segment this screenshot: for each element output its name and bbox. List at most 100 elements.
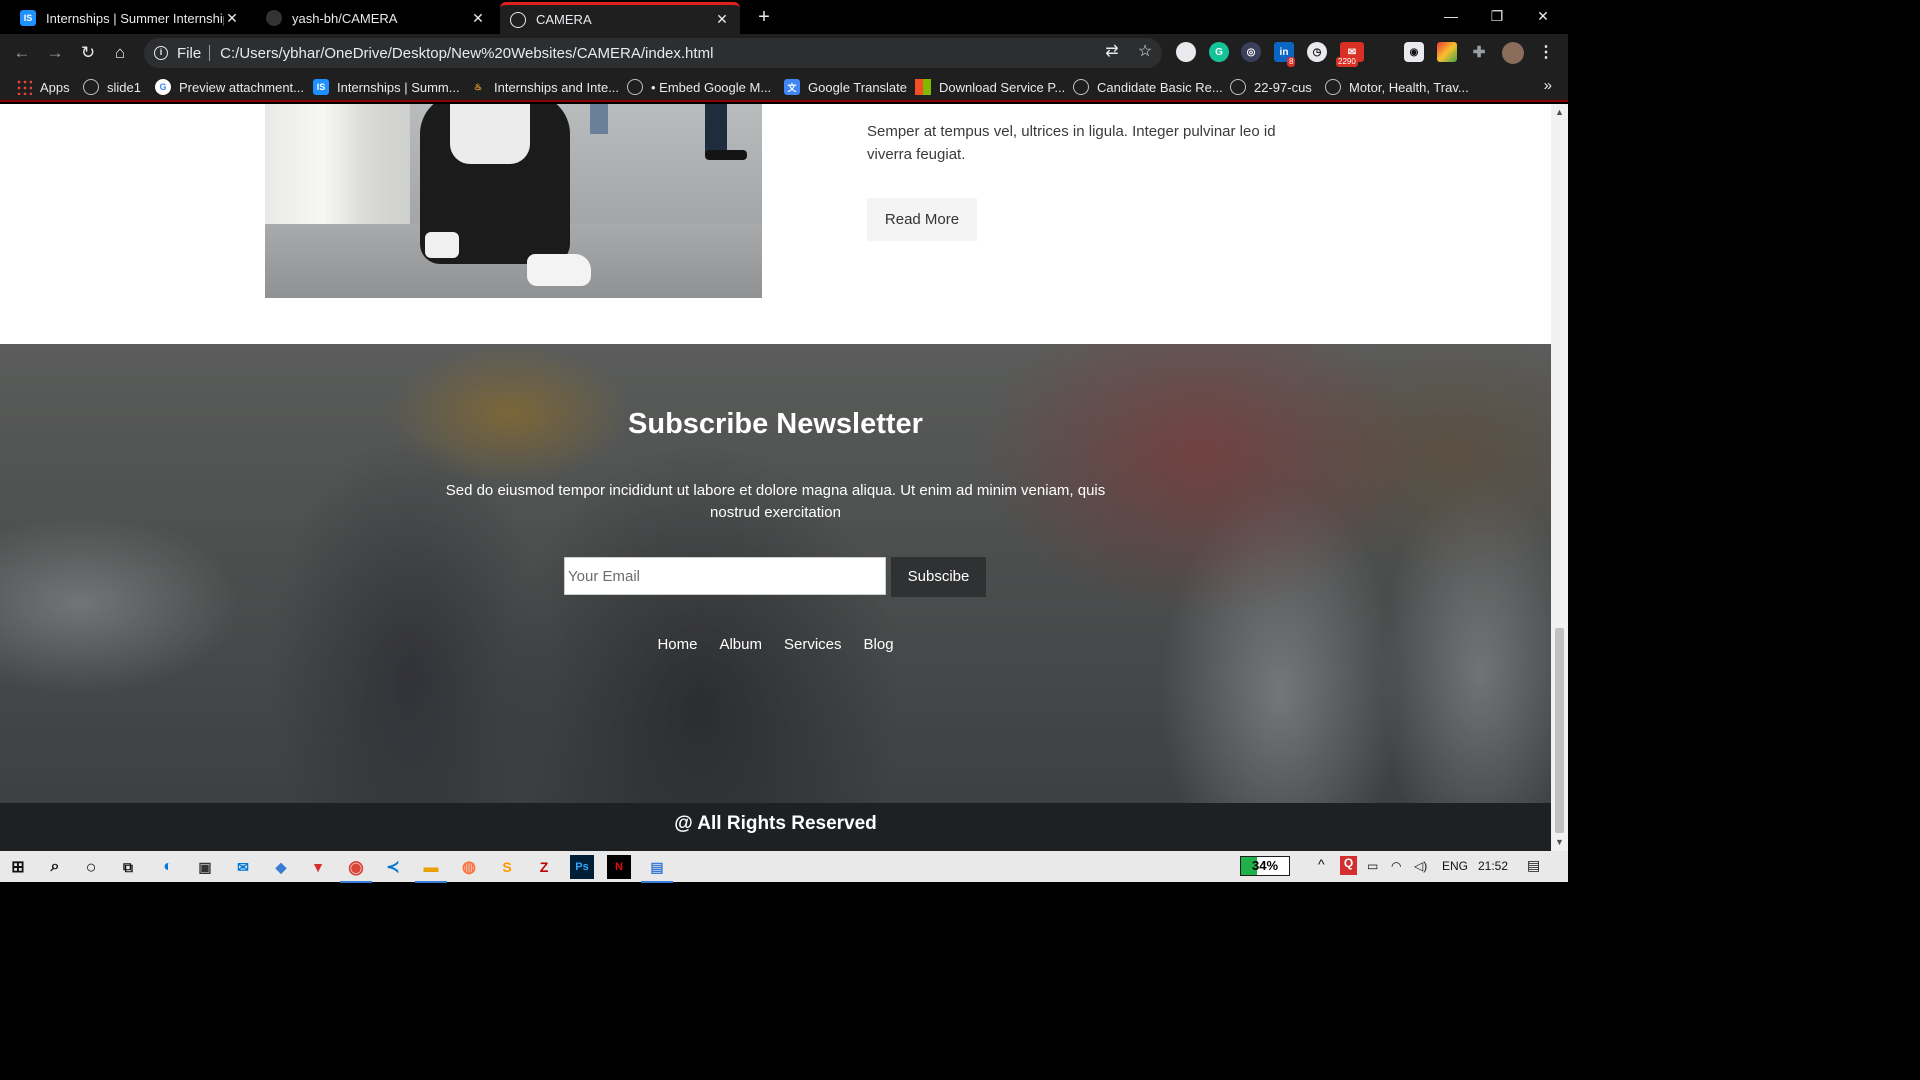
newsletter-section: Subscribe Newsletter Sed do eiusmod temp… xyxy=(0,344,1551,803)
scrollbar-thumb[interactable] xyxy=(1555,628,1564,833)
tab-title: yash-bh/CAMERA xyxy=(292,10,398,26)
bookmark-internships[interactable]: IS Internships | Summ... xyxy=(313,78,460,96)
page-scrollbar[interactable]: ▲ ▼ xyxy=(1551,104,1568,851)
address-scheme: File xyxy=(177,44,202,62)
language-indicator[interactable]: ENG xyxy=(1442,859,1468,873)
photoshop-icon[interactable]: Ps xyxy=(570,855,594,879)
color-extension-icon[interactable] xyxy=(1437,42,1457,62)
back-button[interactable]: ← xyxy=(10,41,34,65)
notifications-icon[interactable]: ▤ xyxy=(1527,857,1540,874)
translate-icon[interactable]: ⇄ xyxy=(1101,41,1123,63)
bookmarks-overflow-button[interactable]: » xyxy=(1544,77,1552,94)
info-icon[interactable]: i xyxy=(154,46,168,60)
bookmark-google-translate[interactable]: 文 Google Translate xyxy=(784,78,907,96)
filezilla-icon[interactable]: Z xyxy=(532,855,556,879)
photo-passerby xyxy=(590,104,608,134)
bookmark-download-service[interactable]: Download Service P... xyxy=(915,78,1065,96)
read-more-button[interactable]: Read More xyxy=(867,198,977,241)
battery-indicator[interactable]: 34% xyxy=(1240,856,1290,876)
clock[interactable]: 21:52 xyxy=(1478,859,1508,873)
footer-nav: Home Album Services Blog xyxy=(0,636,1551,653)
bookmark-label: Download Service P... xyxy=(939,79,1066,95)
nav-link-home[interactable]: Home xyxy=(657,636,697,653)
bookmark-label: Internships and Inte... xyxy=(494,79,620,95)
article-text: Semper at tempus vel, ultrices in ligula… xyxy=(867,123,1276,163)
bookmark-slide1[interactable]: slide1 xyxy=(83,78,141,96)
tab-internshala[interactable]: IS Internships | Summer Internship ✕ xyxy=(10,2,250,34)
camera-extension-icon[interactable]: ◉ xyxy=(1404,42,1424,62)
new-tab-button[interactable]: + xyxy=(752,6,776,30)
photos-icon[interactable]: ▤ xyxy=(641,855,673,883)
email-input[interactable] xyxy=(564,557,886,595)
minimize-button[interactable]: — xyxy=(1428,4,1474,28)
battery-icon[interactable]: ▭ xyxy=(1367,859,1378,873)
divider xyxy=(209,45,211,61)
home-button[interactable]: ⌂ xyxy=(108,41,132,65)
restore-button[interactable]: ❐ xyxy=(1474,4,1520,28)
bookmark-label: • Embed Google M... xyxy=(651,79,772,95)
firefox-icon[interactable]: ◍ xyxy=(457,855,481,879)
grammarly-icon[interactable]: G xyxy=(1209,42,1229,62)
task-view-icon[interactable]: ⧉ xyxy=(116,855,140,879)
app-icon[interactable]: ◆ xyxy=(269,855,293,879)
wifi-icon[interactable]: ◠ xyxy=(1391,859,1401,873)
menu-dots-icon[interactable]: ⋮ xyxy=(1536,42,1556,62)
extensions-puzzle-icon[interactable]: ✚ xyxy=(1469,42,1489,62)
extension-mask-icon[interactable]: ◎ xyxy=(1241,42,1261,62)
quickheal-icon[interactable]: Q xyxy=(1340,856,1357,875)
avatar[interactable] xyxy=(1502,42,1524,64)
photographer-photo xyxy=(265,104,762,298)
bookmark-label: Apps xyxy=(40,79,70,95)
download-app-icon[interactable]: ▼ xyxy=(306,855,330,879)
tab-camera[interactable]: CAMERA ✕ xyxy=(500,2,740,34)
subscribe-button[interactable]: Subscibe xyxy=(891,557,986,597)
bookmark-motor-health[interactable]: Motor, Health, Trav... xyxy=(1325,78,1469,96)
scroll-down-arrow-icon[interactable]: ▼ xyxy=(1551,834,1568,851)
tab-github[interactable]: yash-bh/CAMERA ✕ xyxy=(256,2,496,34)
nav-link-album[interactable]: Album xyxy=(719,636,762,653)
nav-link-blog[interactable]: Blog xyxy=(864,636,894,653)
forward-button[interactable]: → xyxy=(43,41,67,65)
photo-pillar xyxy=(265,104,410,224)
cortana-icon[interactable]: ○ xyxy=(79,855,103,879)
file-explorer-icon[interactable]: ▬ xyxy=(415,855,447,883)
address-url[interactable]: C:/Users/ybhar/OneDrive/Desktop/New%20We… xyxy=(220,45,713,62)
bookmark-internships-and-inte[interactable]: ♨ Internships and Inte... xyxy=(470,78,619,96)
netflix-icon[interactable]: N xyxy=(607,855,631,879)
extension-clock-icon[interactable]: ◷ xyxy=(1307,42,1327,62)
extension-circle-icon[interactable] xyxy=(1176,42,1196,62)
bookmark-embed-google[interactable]: • Embed Google M... xyxy=(627,78,771,96)
search-icon[interactable]: ⌕ xyxy=(43,855,67,879)
scroll-up-arrow-icon[interactable]: ▲ xyxy=(1551,104,1568,121)
close-window-button[interactable]: ✕ xyxy=(1520,4,1566,28)
page-viewport: Semper at tempus vel, ultrices in ligula… xyxy=(0,104,1551,851)
chrome-icon[interactable]: ◉ xyxy=(340,855,372,883)
screen: IS Internships | Summer Internship ✕ yas… xyxy=(0,0,1568,883)
nav-link-services[interactable]: Services xyxy=(784,636,842,653)
edge-icon[interactable]: ◐ xyxy=(156,855,180,879)
bookmark-candidate-basic[interactable]: Candidate Basic Re... xyxy=(1073,78,1223,96)
copyright-footer: @ All Rights Reserved xyxy=(0,803,1551,851)
chevron-up-icon[interactable]: ^ xyxy=(1318,856,1325,872)
apps-grid-icon xyxy=(16,79,32,95)
mail-badge: 2290 xyxy=(1336,57,1358,67)
volume-icon[interactable]: ◁) xyxy=(1414,859,1427,873)
close-icon[interactable]: ✕ xyxy=(224,10,240,27)
address-bar[interactable]: i File C:/Users/ybhar/OneDrive/Desktop/N… xyxy=(144,38,1162,68)
bookmark-22-97-cus[interactable]: 22-97-cus xyxy=(1230,78,1312,96)
globe-icon xyxy=(627,79,643,95)
mail-app-icon[interactable]: ✉ xyxy=(231,855,255,879)
github-icon xyxy=(266,10,282,26)
windows-start-icon[interactable]: ⊞ xyxy=(6,855,30,879)
vscode-icon[interactable]: ≺ xyxy=(381,855,405,879)
close-icon[interactable]: ✕ xyxy=(714,11,730,28)
store-icon[interactable]: ▣ xyxy=(193,855,217,879)
bookmark-label: 22-97-cus xyxy=(1254,79,1312,95)
sublime-icon[interactable]: S xyxy=(495,855,519,879)
close-icon[interactable]: ✕ xyxy=(470,10,486,27)
bookmark-apps[interactable]: Apps xyxy=(16,78,70,96)
photo-shirt xyxy=(450,104,530,164)
bookmark-star-icon[interactable]: ☆ xyxy=(1134,41,1156,63)
bookmark-preview-attachment[interactable]: G Preview attachment... xyxy=(155,78,304,96)
reload-button[interactable]: ↻ xyxy=(76,41,100,65)
